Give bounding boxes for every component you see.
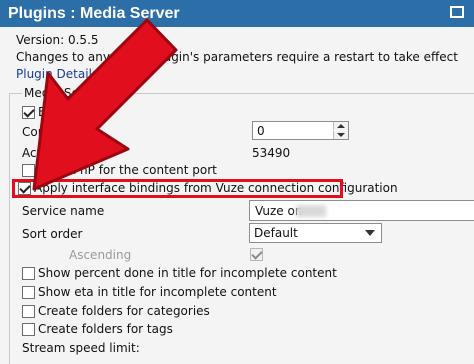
active-port-value: 53490 (252, 146, 291, 160)
window-titlebar: Plugins : Media Server (0, 0, 474, 27)
ascending-checkbox[interactable] (250, 248, 263, 261)
section-title: Media Server (22, 86, 106, 100)
upnp-content-port-checkbox[interactable] (22, 164, 35, 177)
show-eta-label: Show eta in title for incomplete content (38, 285, 277, 299)
folders-tags-label: Create folders for tags (38, 322, 173, 336)
version-label: Version: 0.5.5 (16, 33, 99, 47)
content-port-value: 0 (257, 124, 265, 138)
spin-down-icon[interactable] (333, 131, 348, 139)
redacted-text (296, 205, 326, 217)
content-port-label: Content (22, 125, 70, 139)
sort-order-value: Default (254, 226, 298, 240)
sort-order-label: Sort order (22, 227, 83, 241)
stream-speed-label: Stream speed limit: (22, 341, 140, 355)
maximize-icon[interactable] (450, 6, 464, 18)
folders-categories-label: Create folders for categories (38, 304, 210, 318)
plugin-details-link[interactable]: Plugin Details (16, 67, 98, 81)
restart-notice: Changes to any of the plugin's parameter… (16, 50, 458, 64)
service-name-input[interactable]: Vuze on (249, 200, 474, 221)
ascending-label: Ascending (69, 248, 132, 262)
percent-done-checkbox[interactable] (22, 267, 35, 280)
upnp-content-port-label: Use UPnP for the content port (38, 163, 217, 177)
chevron-down-icon (365, 230, 375, 236)
active-port-label: Active (22, 146, 60, 160)
folders-categories-checkbox[interactable] (22, 305, 35, 318)
show-eta-checkbox[interactable] (22, 286, 35, 299)
content-port-spinner[interactable]: 0 (252, 121, 349, 140)
sort-order-select[interactable]: Default (249, 223, 382, 243)
enable-upnp-checkbox[interactable] (22, 106, 35, 119)
window-title: Plugins : Media Server (8, 5, 180, 22)
highlight-box (12, 179, 343, 198)
percent-done-label: Show percent done in title for incomplet… (38, 266, 337, 280)
enable-upnp-label: Enable UPnP (38, 105, 114, 119)
service-name-label: Service name (22, 204, 105, 218)
folders-tags-checkbox[interactable] (22, 323, 35, 336)
spin-up-icon[interactable] (333, 122, 348, 130)
